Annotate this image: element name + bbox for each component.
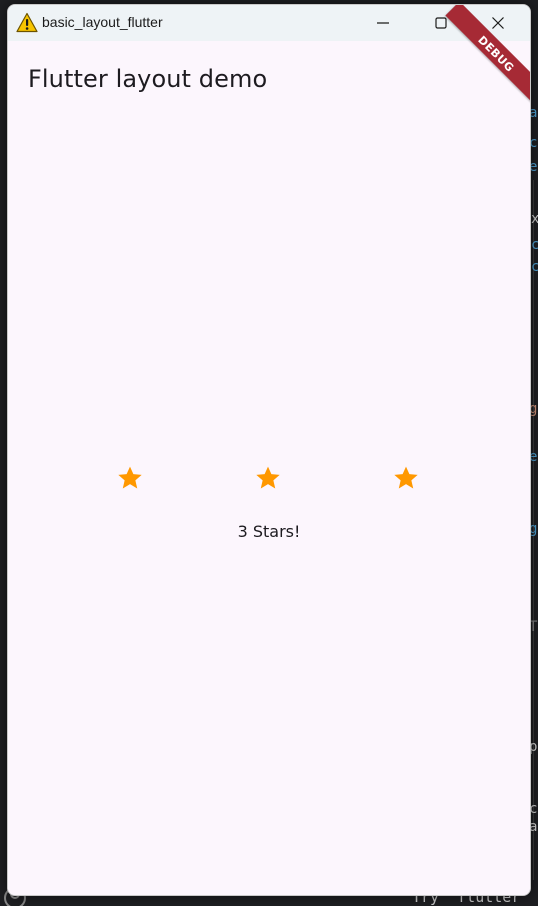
star-icon (254, 464, 282, 492)
minimize-icon (377, 22, 389, 24)
editor-code-fragment: c (531, 259, 538, 275)
star-icon (392, 464, 420, 492)
maximize-icon (435, 17, 447, 29)
star-icon (116, 464, 144, 492)
window-title: basic_layout_flutter (42, 14, 163, 30)
editor-code-fragment: c (531, 237, 538, 253)
warning-icon (16, 12, 38, 33)
page-title: Flutter layout demo (28, 65, 268, 93)
app-content: Flutter layout demo DEBUG 3 Stars! (8, 5, 530, 895)
close-icon (492, 17, 504, 29)
app-window: basic_layout_flutter Flutter layout demo… (7, 4, 531, 896)
editor-code-fragment: x (531, 211, 538, 227)
minimize-button[interactable] (360, 5, 406, 41)
rating-text: 3 Stars! (237, 522, 301, 541)
